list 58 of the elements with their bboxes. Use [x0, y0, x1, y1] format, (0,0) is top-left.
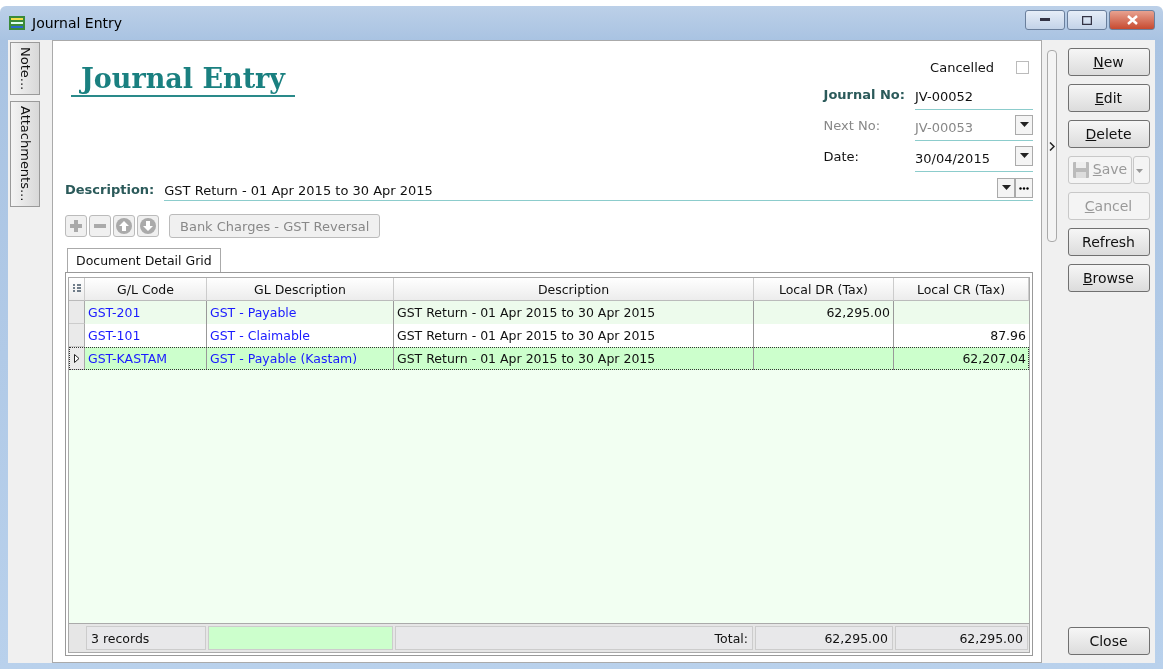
date-field[interactable]: 30/04/2015 [915, 151, 990, 166]
column-header[interactable]: G/L Code [85, 278, 207, 301]
table-cell: GST Return - 01 Apr 2015 to 30 Apr 2015 [394, 347, 754, 370]
action-button[interactable]: New [1067, 48, 1150, 76]
close-icon [1126, 15, 1138, 25]
caret-icon [1019, 122, 1029, 128]
row-indicator-icon [73, 353, 80, 363]
move-down-button[interactable] [137, 215, 159, 237]
side-tab[interactable]: Note... [10, 42, 40, 96]
column-header[interactable]: Local DR (Tax) [754, 278, 894, 301]
action-button[interactable]: Refresh [1067, 228, 1150, 256]
table-cell: GST-KASTAM [85, 347, 207, 370]
date-label: Date: [823, 148, 860, 166]
journal-no-label: Journal No: [823, 86, 905, 104]
column-header[interactable]: Local CR (Tax) [894, 278, 1029, 301]
dropdown-button[interactable] [1015, 115, 1033, 135]
total-cell: 62,295.00 [895, 626, 1028, 650]
caret-icon [1001, 185, 1011, 191]
app-icon [8, 14, 26, 32]
window-title: Journal Entry [32, 15, 123, 31]
minimize-icon [1040, 18, 1050, 22]
plus-icon [70, 220, 82, 232]
caret-icon [1136, 169, 1143, 173]
move-up-button[interactable] [113, 215, 135, 237]
dropdown-button[interactable] [1015, 146, 1033, 166]
column-chooser-icon[interactable] [69, 278, 85, 301]
form-title: Journal Entry [71, 63, 296, 97]
description-label: Description: [65, 181, 155, 197]
total-cell: 62,295.00 [755, 626, 893, 650]
minus-icon [94, 224, 106, 228]
cancelled-checkbox[interactable] [1016, 60, 1029, 74]
record-count: 3 records [86, 626, 206, 650]
table-cell: GST - Payable (Kastam) [207, 347, 394, 370]
journal-no-field[interactable]: JV-00052 [915, 79, 1033, 110]
ellipsis-button[interactable] [1015, 178, 1033, 198]
ellipsis-icon [1019, 186, 1029, 190]
chevron-icon[interactable] [1049, 142, 1055, 151]
maximize-icon [1082, 15, 1092, 25]
close-button[interactable]: Close [1067, 627, 1150, 655]
table-cell-text: 62,207.04 [961, 350, 1027, 368]
action-button[interactable]: Delete [1067, 120, 1150, 148]
cancelled-label: Cancelled [930, 59, 994, 75]
next-no-label: Next No: [823, 117, 882, 135]
close-button[interactable] [1109, 10, 1155, 30]
table-cell-text: 87.96 [989, 327, 1027, 345]
column-header[interactable]: GL Description [207, 278, 394, 301]
side-tab[interactable]: Attachments... [10, 101, 40, 207]
tab[interactable]: Document Detail Grid [67, 248, 221, 273]
action-button[interactable]: Browse [1067, 264, 1150, 292]
row-header[interactable] [69, 347, 85, 370]
minimize-button[interactable] [1025, 10, 1065, 30]
column-header[interactable]: Description [394, 278, 754, 301]
action-button[interactable]: Edit [1067, 84, 1150, 112]
dropdown-button[interactable] [997, 178, 1015, 198]
maximize-button[interactable] [1067, 10, 1107, 30]
total-label: Total: [395, 626, 753, 650]
caret-icon [1019, 153, 1029, 159]
description-field[interactable]: GST Return - 01 Apr 2015 to 30 Apr 2015 [164, 183, 433, 198]
